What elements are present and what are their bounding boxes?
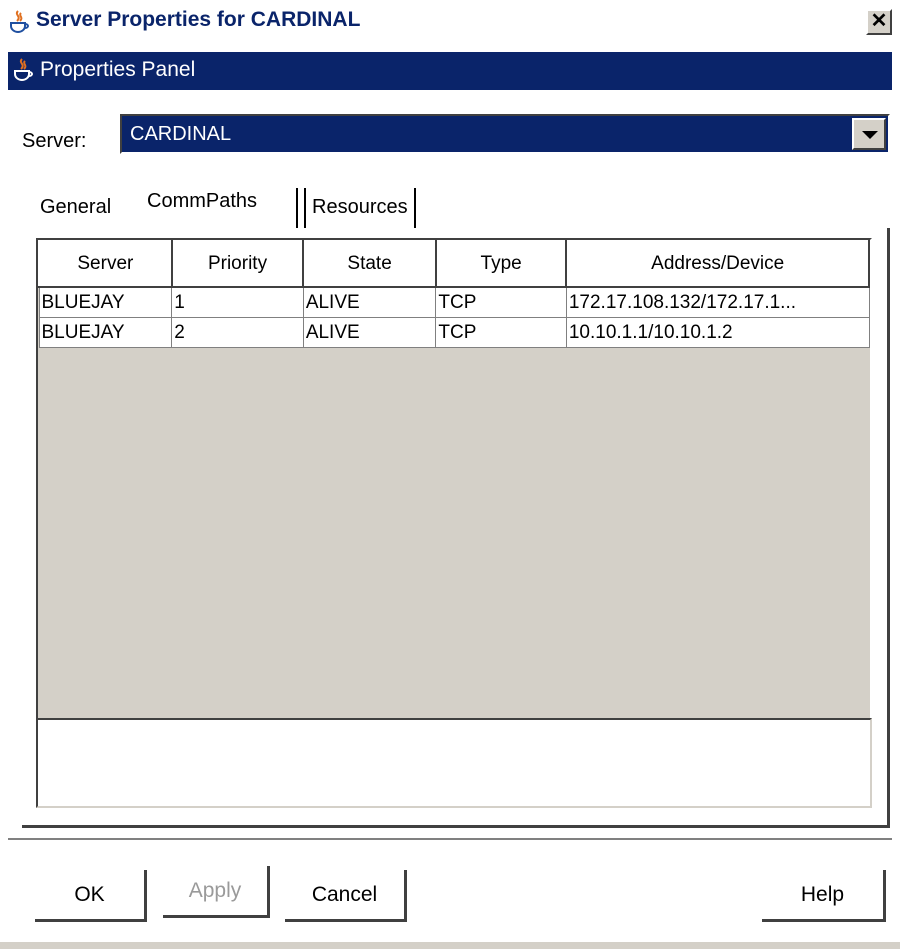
tab-resources[interactable]: Resources — [304, 188, 416, 228]
cell-type: TCP — [435, 317, 567, 348]
panel-title: Properties Panel — [40, 58, 196, 81]
cell-address-device: 10.10.1.1/10.10.1.2 — [565, 317, 870, 348]
column-header-priority[interactable]: Priority — [170, 240, 305, 288]
commpaths-grid: Server Priority State Type Address/Devic… — [38, 240, 870, 348]
cell-state: ALIVE — [302, 317, 437, 348]
table-row[interactable]: BLUEJAY 1 ALIVE TCP 172.17.108.132/172.1… — [38, 286, 870, 318]
cell-state: ALIVE — [302, 286, 437, 318]
cell-server: BLUEJAY — [38, 317, 173, 348]
ok-button[interactable]: OK — [35, 870, 147, 922]
close-button[interactable]: ✕ — [866, 9, 892, 35]
java-coffee-icon — [10, 10, 29, 34]
column-header-state[interactable]: State — [302, 240, 437, 288]
tab-commpaths[interactable]: CommPaths — [147, 190, 257, 213]
window-title-bar: Server Properties for CARDINAL ✕ — [0, 0, 900, 44]
properties-panel-header: Properties Panel — [8, 52, 892, 90]
cell-server: BLUEJAY — [38, 286, 173, 318]
bottom-edge — [0, 942, 900, 949]
table-row[interactable]: BLUEJAY 2 ALIVE TCP 10.10.1.1/10.10.1.2 — [38, 317, 870, 348]
column-header-type[interactable]: Type — [434, 240, 568, 288]
cell-priority: 2 — [171, 317, 304, 348]
window-title: Server Properties for CARDINAL — [36, 8, 361, 31]
cell-address-device: 172.17.108.132/172.17.1... — [565, 286, 870, 318]
server-combo-value: CARDINAL — [130, 123, 232, 145]
server-combo[interactable]: CARDINAL — [120, 114, 890, 154]
table-header-row: Server Priority State Type Address/Devic… — [38, 240, 870, 288]
detail-text-area[interactable] — [36, 718, 872, 808]
cancel-button[interactable]: Cancel — [285, 870, 407, 922]
cell-type: TCP — [435, 286, 567, 318]
cell-priority: 1 — [171, 286, 304, 318]
chevron-down-icon[interactable] — [852, 118, 886, 150]
apply-button[interactable]: Apply — [163, 866, 270, 918]
commpaths-table: Server Priority State Type Address/Devic… — [36, 238, 872, 720]
tab-general[interactable]: General — [40, 196, 111, 219]
java-coffee-icon — [14, 58, 33, 82]
tab-divider — [296, 188, 298, 228]
column-header-server[interactable]: Server — [38, 240, 173, 288]
separator — [8, 838, 892, 842]
help-button[interactable]: Help — [762, 870, 886, 922]
column-header-address-device[interactable]: Address/Device — [565, 240, 870, 288]
server-label: Server: — [22, 130, 87, 152]
